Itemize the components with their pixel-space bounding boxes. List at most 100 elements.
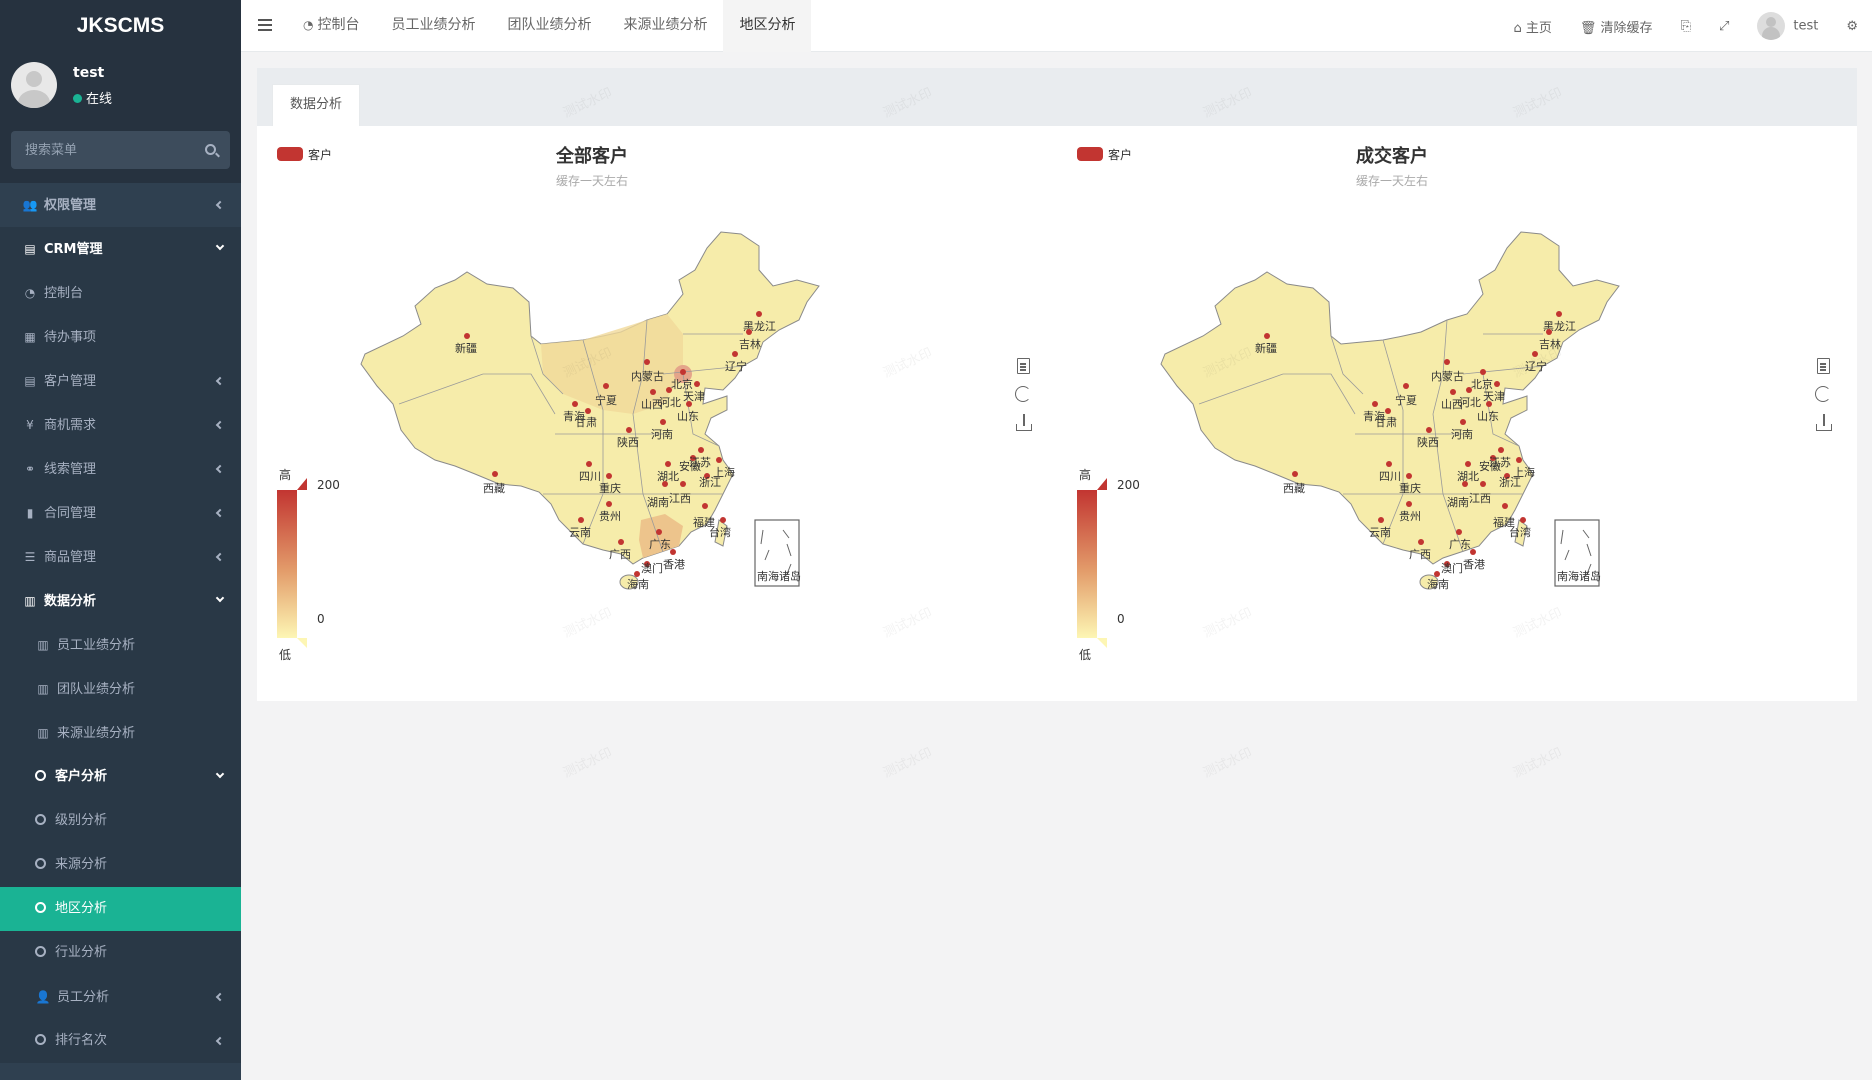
sidebar-item-label: 数据分析: [44, 594, 97, 609]
city-point: [572, 401, 578, 407]
page-tabs: ◔ 控制台 员工业绩分析 团队业绩分析 来源业绩分析 地区分析: [287, 0, 812, 52]
tab-label: 控制台: [317, 17, 360, 33]
city-point: [1460, 419, 1466, 425]
sidebar-item-17[interactable]: 行业分析: [0, 931, 241, 975]
city-point: [1520, 517, 1526, 523]
sidebar-search: [0, 120, 241, 183]
bar-chart-icon: ▥: [37, 726, 49, 740]
city-point: [1406, 473, 1412, 479]
sidebar-item-label: 来源分析: [55, 857, 108, 872]
user-menu[interactable]: test: [1743, 12, 1832, 40]
province-label: 河南: [1451, 428, 1473, 441]
sidebar-item-13[interactable]: 客户分析: [0, 755, 241, 799]
home-label: 主页: [1525, 20, 1552, 36]
province-label: 重庆: [1399, 481, 1421, 495]
city-point: [656, 529, 662, 535]
province-label: 宁夏: [595, 393, 617, 407]
trash-icon: 🗑: [1579, 20, 1597, 36]
sidebar-item-4[interactable]: ▤ 客户管理: [0, 359, 241, 403]
yen-icon: ¥: [26, 418, 34, 432]
city-point: [644, 359, 650, 365]
sidebar-item-2[interactable]: ◔ 控制台: [0, 271, 241, 315]
fullscreen-button[interactable]: ⤢: [1705, 19, 1743, 34]
home-link[interactable]: ⌂ 主页: [1499, 17, 1565, 36]
city-point: [702, 503, 708, 509]
province-label: 云南: [569, 526, 591, 539]
sidebar-item-11[interactable]: ▥ 团队业绩分析: [0, 667, 241, 711]
user-icon: 👤: [35, 990, 51, 1004]
tab-0[interactable]: ◔ 控制台: [287, 0, 375, 52]
menu-toggle-icon[interactable]: [258, 19, 272, 31]
sidebar-item-18[interactable]: 👤 员工分析: [0, 975, 241, 1019]
sidebar-item-7[interactable]: ▮ 合同管理: [0, 491, 241, 535]
bookmark-icon: ▮: [26, 506, 34, 520]
brand-logo[interactable]: JKSCMS: [0, 0, 241, 52]
search-menu-input[interactable]: [11, 131, 230, 169]
watermark: 测试水印: [1201, 745, 1255, 782]
list-icon: ☰: [24, 550, 36, 564]
chevron-left-icon: [215, 1019, 225, 1063]
tab-3[interactable]: 来源业绩分析: [607, 0, 723, 52]
panel-body: 客户 全部客户 缓存一天左右高 200 0 低南海诸岛 新疆 西藏 青海 甘肃 宁夏 内蒙古 黑龙江 吉林…: [257, 126, 1857, 701]
city-point: [1386, 461, 1392, 467]
sidebar-item-10[interactable]: ▥ 员工业绩分析: [0, 623, 241, 667]
sidebar-item-1[interactable]: ▤ CRM管理: [0, 227, 241, 271]
sidebar-item-label: 地区分析: [55, 901, 108, 916]
city-point: [680, 481, 686, 487]
tab-label: 地区分析: [739, 17, 796, 33]
province-label: 山西: [641, 398, 663, 411]
tab-4[interactable]: 地区分析: [723, 0, 812, 52]
province-label: 新疆: [1255, 341, 1277, 355]
sidebar-item-0[interactable]: 👥 权限管理: [0, 183, 241, 227]
dashboard-icon: ◔: [303, 18, 314, 32]
china-map[interactable]: 南海诸岛新疆西藏青海甘肃宁夏内蒙古黑龙江吉林辽宁北京天津河北山西陕西山东河南四川…: [257, 126, 1057, 701]
province-label: 北京: [671, 377, 693, 391]
sidebar-item-16[interactable]: 地区分析: [0, 887, 241, 931]
sidebar-item-19[interactable]: 排行名次: [0, 1019, 241, 1063]
map-chart-deal-customers: 客户 成交客户 缓存一天左右高 200 0 低南海诸岛 新疆 西藏 青海 甘肃 宁夏 内蒙古 黑龙江 吉林…: [1057, 126, 1857, 701]
tab-2[interactable]: 团队业绩分析: [491, 0, 607, 52]
users-icon: 👥: [22, 198, 38, 212]
province-label: 辽宁: [725, 359, 747, 373]
id-card-icon: ▤: [24, 242, 36, 256]
sidebar-item-5[interactable]: ¥ 商机需求: [0, 403, 241, 447]
province-label: 浙江: [1499, 476, 1521, 489]
sidebar-item-8[interactable]: ☰ 商品管理: [0, 535, 241, 579]
avatar: [1757, 12, 1786, 40]
province-label: 贵州: [599, 510, 621, 523]
province-label: 广西: [609, 548, 631, 561]
settings-button[interactable]: ⚙: [1832, 19, 1872, 34]
sidebar-item-9[interactable]: ▥ 数据分析: [0, 579, 241, 623]
sidebar-item-label: 行业分析: [55, 945, 108, 960]
sidebar-item-6[interactable]: ⚭ 线索管理: [0, 447, 241, 491]
city-point: [746, 329, 752, 335]
clear-cache-label: 清除缓存: [1600, 20, 1653, 36]
tab-label: 团队业绩分析: [507, 17, 592, 33]
sidebar-item-15[interactable]: 来源分析: [0, 843, 241, 887]
language-button[interactable]: ⎘: [1667, 19, 1705, 34]
city-point: [1403, 383, 1409, 389]
fullscreen-icon: ⤢: [1718, 18, 1730, 34]
status-dot-icon: [73, 94, 82, 103]
chevron-left-icon: [215, 535, 225, 579]
search-icon[interactable]: [205, 144, 216, 155]
map-region-outline: [1160, 231, 1620, 565]
clear-cache-link[interactable]: 🗑 清除缓存: [1566, 17, 1667, 36]
avatar[interactable]: [11, 62, 57, 108]
city-point: [680, 369, 686, 375]
sidebar-item-3[interactable]: ▦ 待办事项: [0, 315, 241, 359]
city-point: [1418, 539, 1424, 545]
watermark: 测试水印: [561, 745, 615, 782]
province-label: 贵州: [1399, 510, 1421, 523]
sidebar-item-12[interactable]: ▥ 来源业绩分析: [0, 711, 241, 755]
top-right-tools: ⌂ 主页 🗑 清除缓存 ⎘ ⤢ test ⚙: [1499, 0, 1872, 52]
city-point: [618, 539, 624, 545]
tab-data-analysis[interactable]: 数据分析: [272, 84, 361, 126]
city-point: [1480, 369, 1486, 375]
tab-1[interactable]: 员工业绩分析: [375, 0, 491, 52]
province-label: 天津: [1483, 390, 1505, 403]
city-point: [1264, 333, 1270, 339]
china-map[interactable]: 南海诸岛新疆西藏青海甘肃宁夏内蒙古黑龙江吉林辽宁北京天津河北山西陕西山东河南四川…: [1057, 126, 1857, 701]
sidebar-item-14[interactable]: 级别分析: [0, 799, 241, 843]
south-sea-label: 南海诸岛: [757, 569, 801, 583]
